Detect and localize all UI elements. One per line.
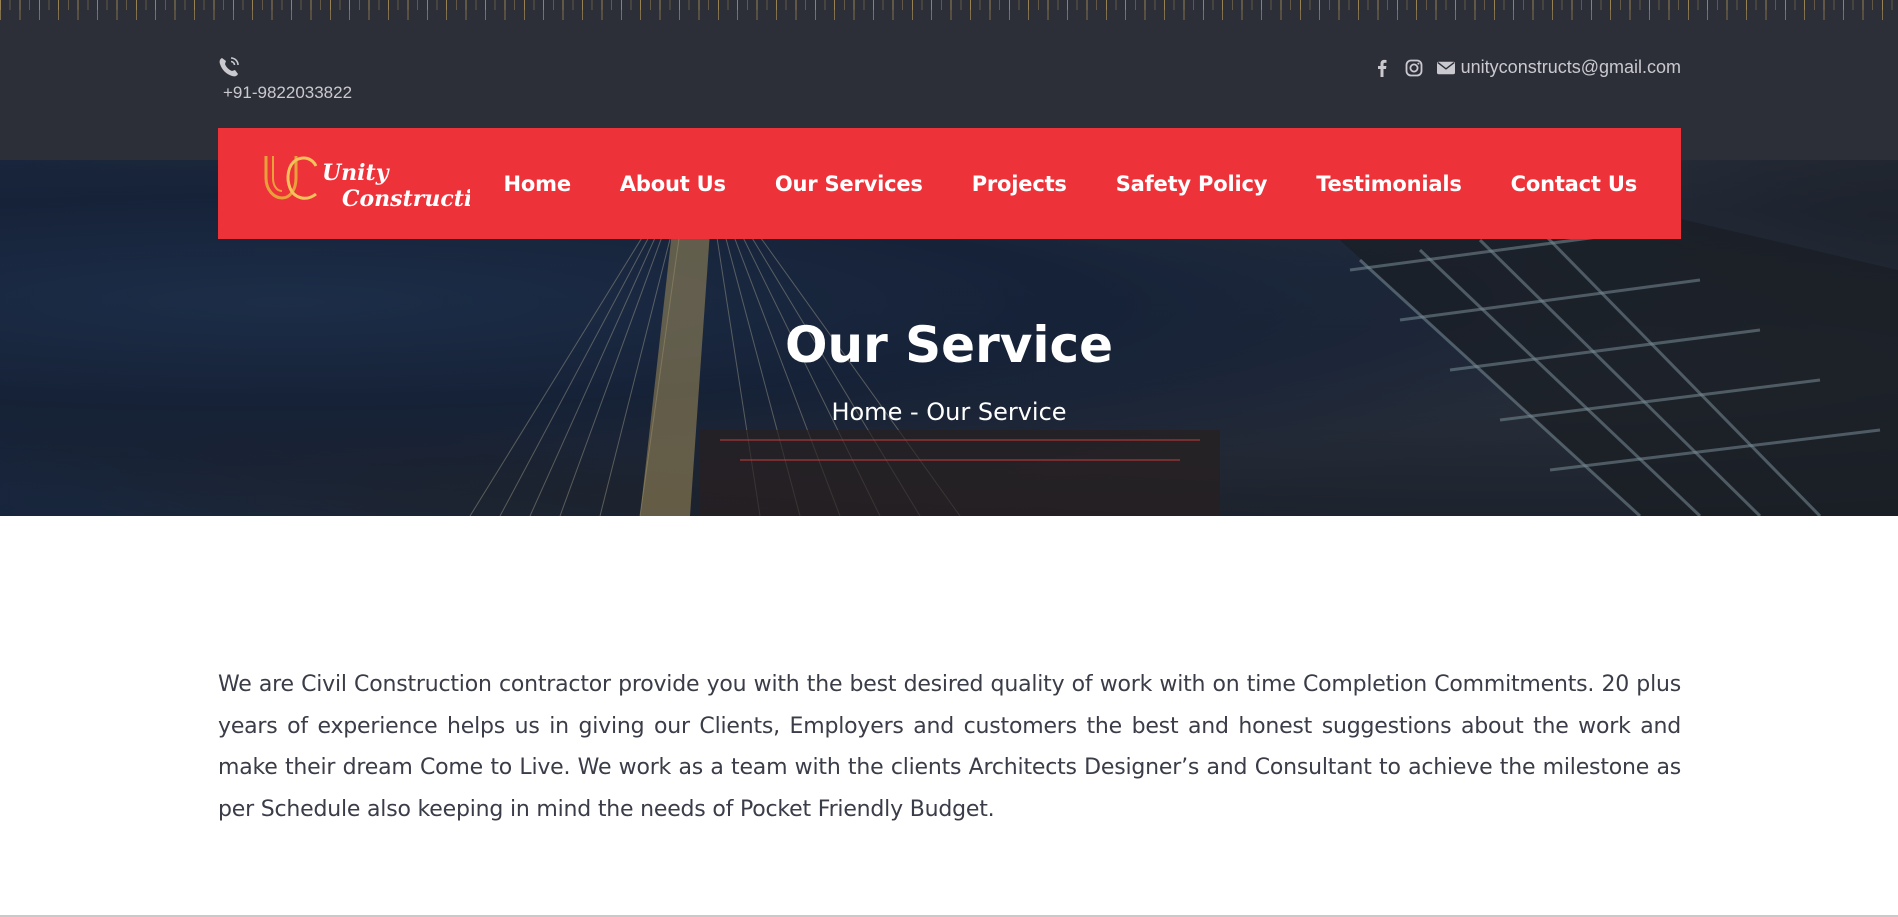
- nav-about-us[interactable]: About Us: [620, 172, 726, 196]
- main-navbar: Unity Construction Home About Us Our Ser…: [218, 128, 1681, 239]
- nav-our-services[interactable]: Our Services: [775, 172, 923, 196]
- envelope-icon: [1436, 58, 1455, 78]
- page-title: Our Service: [784, 316, 1114, 374]
- nav-testimonials[interactable]: Testimonials: [1316, 172, 1462, 196]
- logo-line-2: Construction: [342, 186, 470, 212]
- logo-line-1: Unity: [322, 160, 391, 186]
- unity-construction-logo[interactable]: Unity Construction: [260, 148, 470, 218]
- contact-links: unityconstructs@gmail.com: [1373, 57, 1681, 78]
- phone-icon: [217, 55, 241, 79]
- ruler-decoration: [0, 0, 1898, 26]
- nav-safety-policy[interactable]: Safety Policy: [1116, 172, 1268, 196]
- breadcrumb: Home - Our Service: [0, 398, 1898, 426]
- phone-number[interactable]: +91-9822033822: [223, 83, 352, 103]
- nav-projects[interactable]: Projects: [972, 172, 1067, 196]
- email-address[interactable]: unityconstructs@gmail.com: [1461, 57, 1681, 78]
- breadcrumb-current: Our Service: [926, 398, 1067, 426]
- nav-menu: Home About Us Our Services Projects Safe…: [455, 128, 1638, 239]
- facebook-icon[interactable]: [1373, 58, 1391, 78]
- uc-monogram: [264, 156, 318, 200]
- nav-contact-us[interactable]: Contact Us: [1511, 172, 1638, 196]
- email-link[interactable]: unityconstructs@gmail.com: [1436, 57, 1681, 78]
- instagram-icon[interactable]: [1405, 58, 1423, 78]
- breadcrumb-home[interactable]: Home: [831, 398, 902, 426]
- breadcrumb-separator: -: [902, 398, 927, 426]
- intro-paragraph: We are Civil Construction contractor pro…: [218, 672, 1681, 822]
- nav-home[interactable]: Home: [504, 172, 572, 196]
